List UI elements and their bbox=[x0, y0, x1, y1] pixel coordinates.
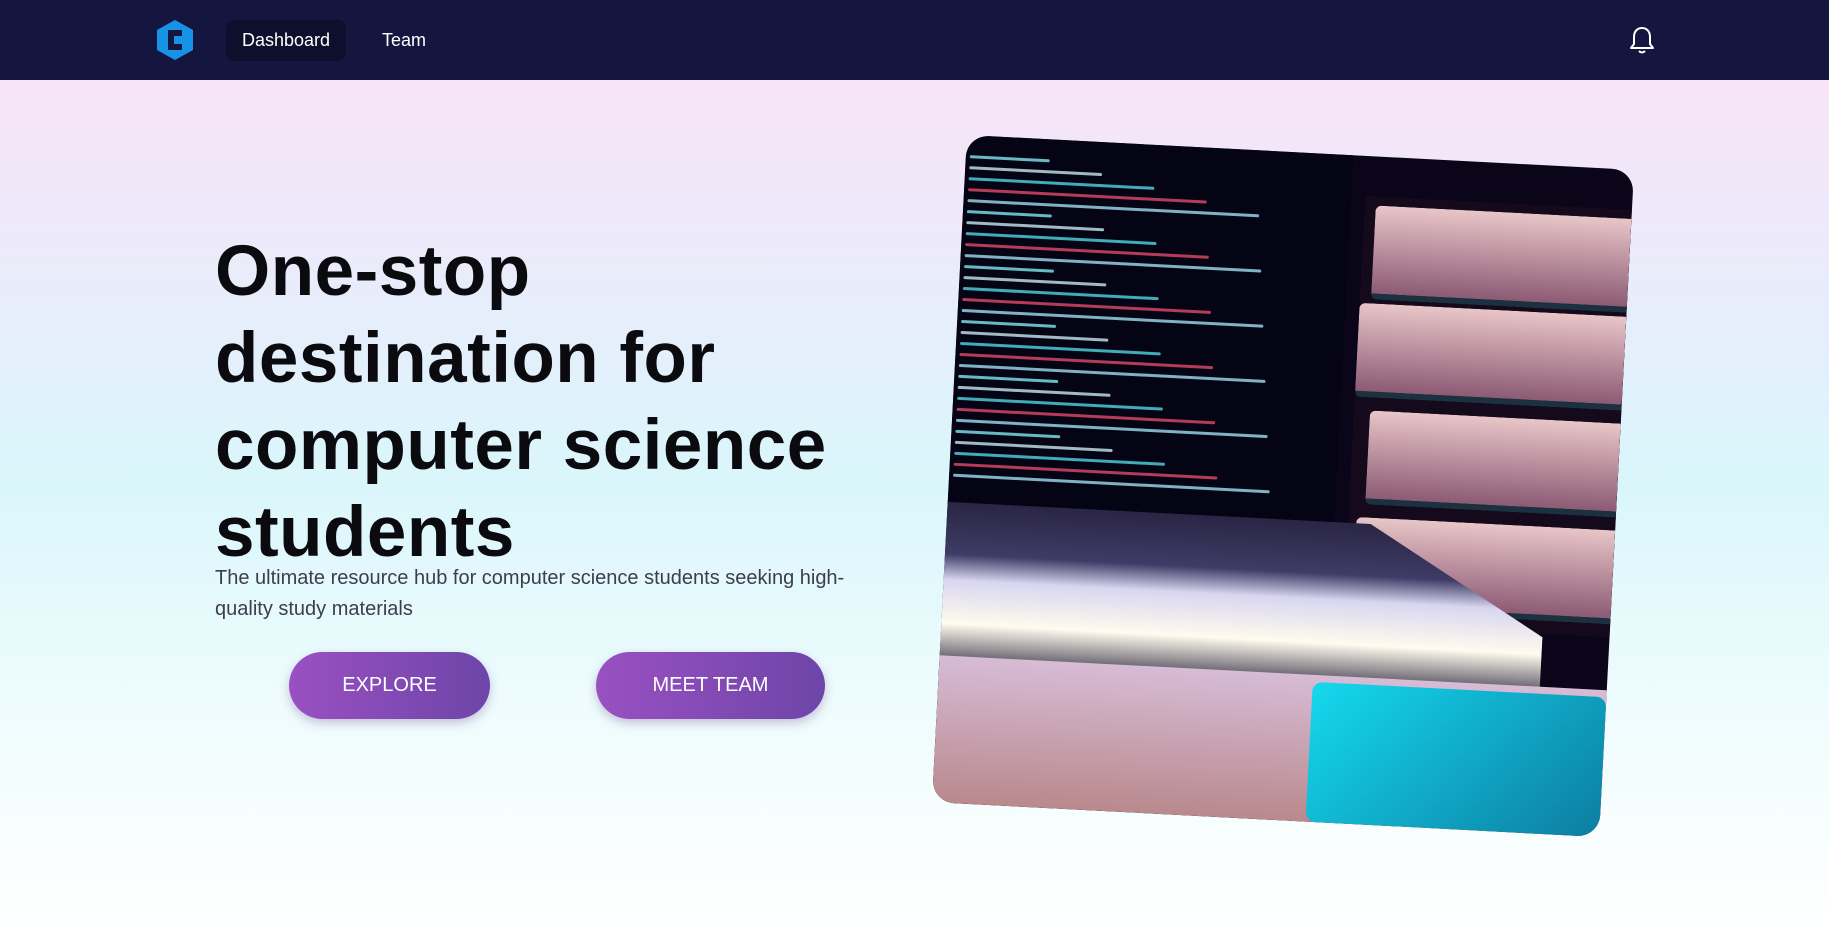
code-line bbox=[953, 473, 1270, 494]
code-line bbox=[958, 374, 1059, 384]
code-line bbox=[962, 286, 1159, 301]
nav-team[interactable]: Team bbox=[366, 20, 442, 61]
code-line bbox=[963, 265, 1055, 273]
code-line bbox=[968, 177, 1155, 190]
hero-subtitle: The ultimate resource hub for computer s… bbox=[215, 567, 845, 620]
bell-icon[interactable] bbox=[1628, 25, 1656, 55]
hero-image bbox=[931, 134, 1635, 838]
code-line bbox=[954, 440, 1113, 453]
code-line bbox=[959, 341, 1161, 356]
top-navbar: Dashboard Team bbox=[0, 0, 1829, 80]
code-line bbox=[966, 221, 1105, 232]
code-line bbox=[957, 385, 1111, 397]
code-line bbox=[966, 210, 1052, 218]
code-line bbox=[963, 275, 1107, 287]
code-line bbox=[955, 429, 1061, 439]
logo-icon[interactable] bbox=[157, 20, 193, 60]
meet-team-button[interactable]: MEET TEAM bbox=[596, 652, 825, 719]
laptop-screen bbox=[947, 134, 1354, 529]
code-line bbox=[965, 232, 1157, 246]
tablet bbox=[1305, 681, 1607, 838]
code-line bbox=[960, 330, 1109, 342]
code-line bbox=[969, 166, 1103, 177]
explore-button[interactable]: EXPLORE bbox=[289, 652, 490, 719]
code-line bbox=[969, 155, 1050, 163]
nav-dashboard[interactable]: Dashboard bbox=[226, 20, 347, 61]
hero-title: One-stop destination for computer scienc… bbox=[215, 232, 827, 572]
code-line bbox=[961, 319, 1057, 328]
